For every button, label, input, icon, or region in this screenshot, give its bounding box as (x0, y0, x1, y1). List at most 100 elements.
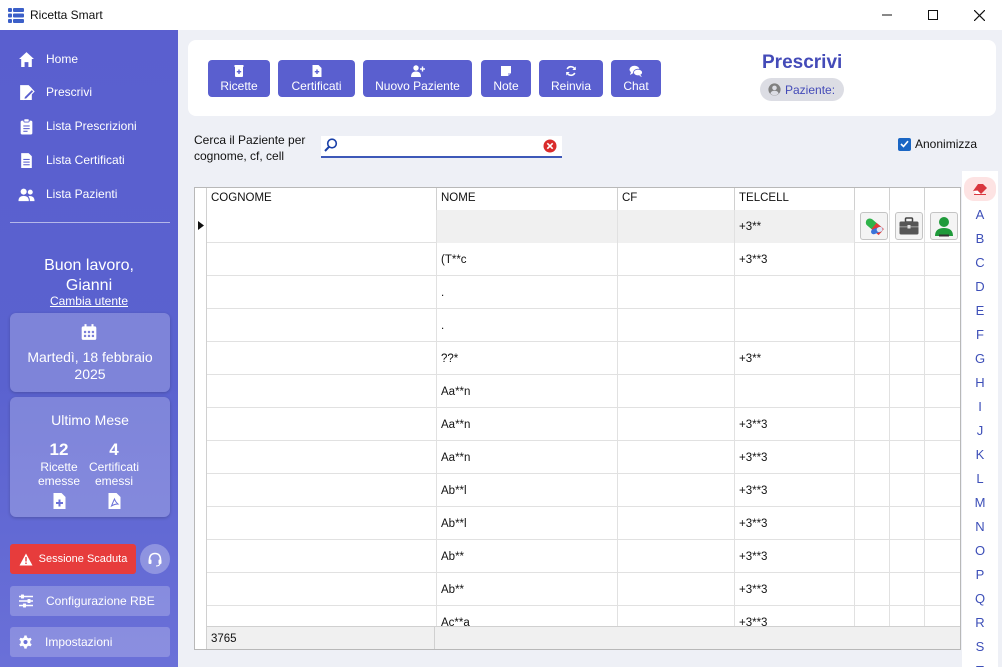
change-user-link[interactable]: Cambia utente (0, 294, 178, 308)
reinvia-button[interactable]: Reinvia (539, 60, 603, 97)
checkbox-checked-icon (898, 137, 911, 151)
search-input[interactable] (341, 138, 536, 156)
cell-cognome (207, 342, 437, 375)
certificati-label: Certificati emessi (88, 460, 139, 488)
column-header-action3 (925, 188, 960, 210)
cell-action (855, 408, 890, 441)
cell-cf (618, 243, 735, 276)
close-button[interactable] (956, 0, 1002, 30)
alphabet-letter-e[interactable]: E (962, 303, 998, 318)
table-row[interactable]: (T**c +3**3 (207, 243, 960, 276)
maximize-icon (928, 10, 938, 20)
alphabet-letter-m[interactable]: M (962, 495, 998, 510)
column-header-telcell[interactable]: TELCELL (735, 188, 855, 210)
cell-cf (618, 309, 735, 342)
sidebar-item-lista-pazienti[interactable]: Lista Pazienti (18, 182, 117, 206)
settings-button[interactable]: Impostazioni (10, 627, 170, 657)
current-row-indicator-icon (198, 221, 204, 230)
cell-action (925, 573, 960, 606)
add-user-icon (410, 64, 425, 77)
pill-icon (865, 218, 884, 236)
patient-profile-button[interactable] (930, 212, 958, 240)
alphabet-letter-o[interactable]: O (962, 543, 998, 558)
certificate-add-icon (312, 64, 321, 77)
maximize-button[interactable] (910, 0, 956, 30)
cell-nome: Ab**l (437, 507, 618, 540)
support-button[interactable] (140, 544, 170, 574)
table-row[interactable]: ??* +3** (207, 342, 960, 375)
column-header-cf[interactable]: CF (618, 188, 735, 210)
prescription-add-icon (53, 493, 66, 509)
alphabet-letter-k[interactable]: K (962, 447, 998, 462)
search-box (321, 136, 562, 158)
alphabet-letter-j[interactable]: J (962, 423, 998, 438)
minimize-button[interactable] (864, 0, 910, 30)
grid-footer: 3765 (207, 626, 960, 649)
prescribe-pill-button[interactable] (860, 212, 888, 240)
home-icon (19, 51, 34, 67)
cell-action (925, 441, 960, 474)
sidebar-item-home[interactable]: Home (18, 47, 78, 71)
note-button[interactable]: Note (481, 60, 531, 97)
chat-button[interactable]: Chat (611, 60, 661, 97)
certificate-icon (21, 152, 32, 168)
alphabet-letter-t[interactable]: T (962, 663, 998, 667)
table-row[interactable]: Ab**l +3**3 (207, 474, 960, 507)
table-row[interactable]: Aa**n +3**3 (207, 441, 960, 474)
alphabet-letter-i[interactable]: I (962, 399, 998, 414)
sidebar-divider (10, 222, 170, 223)
cell-action (855, 507, 890, 540)
alphabet-letter-g[interactable]: G (962, 351, 998, 366)
table-row[interactable]: . (207, 309, 960, 342)
alphabet-letter-q[interactable]: Q (962, 591, 998, 606)
alphabet-letter-p[interactable]: P (962, 567, 998, 582)
table-row[interactable]: Aa**n (207, 375, 960, 408)
cell-action (925, 375, 960, 408)
clear-filter-button[interactable] (964, 177, 996, 201)
column-header-nome[interactable]: NOME (437, 188, 618, 210)
alphabet-letter-s[interactable]: S (962, 639, 998, 654)
ricette-button[interactable]: Ricette (208, 60, 270, 97)
certificate-briefcase-button[interactable] (895, 212, 923, 240)
cell-nome: ??* (437, 342, 618, 375)
cell-tel (735, 375, 855, 408)
search-icon (324, 138, 338, 152)
config-rbe-button[interactable]: Configurazione RBE (10, 586, 170, 616)
sidebar-item-prescrivi[interactable]: Prescrivi (18, 80, 92, 104)
session-expired-button[interactable]: Sessione Scaduta (10, 544, 136, 574)
sidebar-item-lista-certificati[interactable]: Lista Certificati (18, 148, 125, 172)
cell-nome: . (437, 309, 618, 342)
table-row[interactable]: Ab** +3**3 (207, 573, 960, 606)
sidebar-item-label: Home (46, 52, 79, 66)
stats-card: Ultimo Mese 12 Ricette emesse 4 Certifica… (10, 397, 170, 517)
certificate-pdf-icon (108, 493, 121, 509)
alphabet-letter-c[interactable]: C (962, 255, 998, 270)
nuovo-paziente-button[interactable]: Nuovo Paziente (363, 60, 472, 97)
alphabet-letter-a[interactable]: A (962, 207, 998, 222)
alphabet-letter-h[interactable]: H (962, 375, 998, 390)
alphabet-letter-n[interactable]: N (962, 519, 998, 534)
cell-nome: Aa**n (437, 375, 618, 408)
table-row[interactable]: . (207, 276, 960, 309)
alphabet-letter-f[interactable]: F (962, 327, 998, 342)
cell-action (890, 540, 925, 573)
alphabet-letter-l[interactable]: L (962, 471, 998, 486)
table-row[interactable]: Ab**l +3**3 (207, 507, 960, 540)
cell-cf (618, 474, 735, 507)
column-header-cognome[interactable]: COGNOME (207, 188, 437, 210)
alphabet-letter-r[interactable]: R (962, 615, 998, 630)
cell-tel (735, 309, 855, 342)
certificati-button[interactable]: Certificati (278, 60, 355, 97)
cell-action (855, 540, 890, 573)
alphabet-letter-d[interactable]: D (962, 279, 998, 294)
table-row[interactable]: Aa**n +3**3 (207, 408, 960, 441)
table-row[interactable]: Ab** +3**3 (207, 540, 960, 573)
alphabet-letter-b[interactable]: B (962, 231, 998, 246)
sidebar-item-lista-prescrizioni[interactable]: Lista Prescrizioni (18, 114, 137, 138)
table-row[interactable]: +3** (207, 210, 960, 243)
clear-search-icon[interactable] (543, 139, 557, 153)
anonimizza-checkbox[interactable]: Anonimizza (898, 137, 977, 151)
sidebar-item-label: Lista Certificati (46, 153, 125, 167)
cell-action (925, 507, 960, 540)
refresh-icon (566, 65, 576, 76)
